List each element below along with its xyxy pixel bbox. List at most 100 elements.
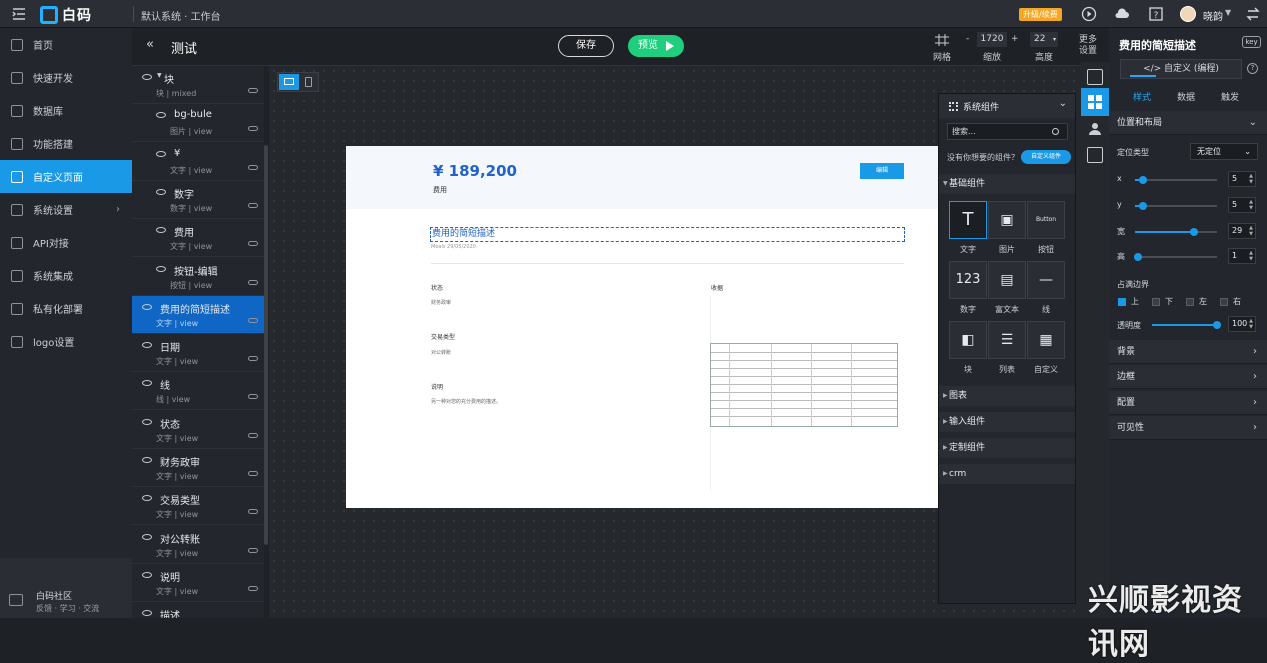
sidebar-item-database[interactable]: 数据库	[0, 94, 132, 127]
zoom-decrease[interactable]: -	[966, 34, 969, 44]
layer-item[interactable]: 线线 | view	[132, 372, 264, 411]
field-slider[interactable]	[1135, 176, 1217, 184]
layer-item[interactable]: 交易类型 文字 | view	[132, 487, 264, 526]
custom-component-button[interactable]: 自定义组件	[1021, 150, 1071, 164]
stepper-icon[interactable]: ▲ ▼	[1249, 250, 1253, 262]
layer-item[interactable]: 按钮-编辑 按钮 | view	[132, 258, 264, 296]
component-tile[interactable]: Button	[1027, 201, 1065, 239]
eye-icon[interactable]	[156, 227, 166, 234]
section-inputs[interactable]: ▶ 输入组件	[939, 412, 1075, 432]
section-background[interactable]: 背景 ›	[1109, 340, 1267, 364]
user-name[interactable]: 晓韵	[1203, 8, 1223, 23]
eye-icon[interactable]	[142, 74, 152, 80]
preview-button[interactable]: 预览	[628, 35, 684, 57]
date-text[interactable]: Meals 29/05/2020	[431, 244, 476, 250]
sidebar-item-api[interactable]: API对接	[0, 226, 132, 259]
section-basic[interactable]: ▼ 基础组件	[939, 174, 1075, 194]
sidebar-item-features[interactable]: 功能搭建	[0, 127, 132, 160]
eye-icon[interactable]	[156, 112, 166, 119]
link-icon[interactable]	[248, 356, 258, 362]
layer-item[interactable]: 数字 数字 | view	[132, 181, 264, 219]
height-input[interactable]: 22 ▾	[1030, 32, 1058, 47]
eye-icon[interactable]	[142, 380, 152, 387]
layer-item[interactable]: 财务政审 文字 | view	[132, 449, 264, 487]
link-icon[interactable]	[248, 547, 258, 553]
link-icon[interactable]	[248, 126, 258, 132]
description-text[interactable]: 费用的简短描述	[430, 227, 905, 242]
zoom-increase[interactable]: +	[1011, 34, 1019, 44]
field-input[interactable]: 5 ▲ ▼	[1228, 197, 1256, 213]
field-slider[interactable]	[1134, 253, 1217, 261]
slider-knob[interactable]	[1190, 228, 1199, 236]
zoom-input[interactable]: 1720	[977, 32, 1007, 47]
component-tile[interactable]: —	[1027, 261, 1065, 299]
amount-label[interactable]: 费用	[433, 185, 447, 195]
status-label[interactable]: 状态	[431, 283, 443, 292]
eye-icon[interactable]	[156, 150, 166, 157]
sidebar-item-settings[interactable]: 系统设置 ›	[0, 193, 132, 226]
switch-icon[interactable]	[1245, 6, 1261, 22]
link-icon[interactable]	[248, 471, 258, 476]
section-charts[interactable]: ▶ 图表	[939, 386, 1075, 406]
link-icon[interactable]	[248, 317, 258, 323]
eye-icon[interactable]	[156, 265, 166, 272]
layer-item[interactable]: 费用 文字 | view	[132, 219, 264, 258]
opacity-input[interactable]: 100 ▲ ▼	[1228, 316, 1256, 332]
checkbox[interactable]	[1220, 298, 1228, 306]
back-icon[interactable]: «	[146, 37, 154, 52]
eye-icon[interactable]	[142, 610, 152, 617]
checkbox[interactable]	[1118, 298, 1126, 306]
page-preview[interactable]: ¥ 189,200 费用 编辑 费用的简短描述 Meals 29/05/2020…	[346, 146, 938, 508]
app-logo[interactable]: 白码	[40, 5, 92, 25]
save-button[interactable]: 保存	[558, 35, 614, 57]
amount-value[interactable]: ¥ 189,200	[433, 162, 517, 180]
section-visibility[interactable]: 可见性 ›	[1109, 416, 1267, 440]
image-icon[interactable]	[1087, 147, 1103, 163]
field-slider[interactable]	[1135, 228, 1217, 236]
eye-icon[interactable]	[142, 303, 152, 310]
eye-icon[interactable]	[142, 418, 152, 425]
caret-down-icon[interactable]: ▼	[157, 72, 162, 79]
section-layout[interactable]: 位置和布局 ⌄	[1109, 111, 1267, 135]
community-link[interactable]: 白码社区 反馈 · 学习 · 交流	[0, 558, 132, 618]
link-icon[interactable]	[248, 279, 258, 285]
section-custom[interactable]: ▶ 定制组件	[939, 438, 1075, 458]
key-button[interactable]: key	[1242, 36, 1261, 48]
layer-item[interactable]: 费用的简短描述 文字 | view	[132, 295, 264, 334]
chevron-down-icon[interactable]: ▼	[1225, 8, 1231, 17]
more-settings-button[interactable]: 更多设置	[1078, 35, 1098, 57]
link-icon[interactable]	[248, 202, 258, 208]
cloud-icon[interactable]	[1114, 6, 1130, 22]
edit-button[interactable]: 编辑	[860, 163, 904, 179]
link-icon[interactable]	[248, 394, 258, 400]
link-icon[interactable]	[248, 509, 258, 515]
eye-icon[interactable]	[142, 533, 152, 540]
stepper-icon[interactable]: ▲ ▼	[1249, 199, 1253, 211]
link-icon[interactable]	[248, 241, 258, 247]
stepper-icon[interactable]: ▲ ▼	[1249, 225, 1253, 237]
component-tile[interactable]: ◧	[949, 321, 987, 359]
layer-item[interactable]: 块 ▼ 块 | mixed	[132, 66, 264, 104]
layer-item[interactable]: 说明 文字 | view	[132, 564, 264, 602]
component-tile[interactable]: ☰	[988, 321, 1026, 359]
field-input[interactable]: 1 ▲ ▼	[1228, 248, 1256, 264]
opacity-slider[interactable]	[1152, 321, 1221, 329]
device-toggle[interactable]	[277, 72, 319, 92]
sidebar-item-private-deploy[interactable]: 私有化部署	[0, 292, 132, 325]
trade-type-value[interactable]: 对公转账	[431, 349, 451, 356]
field-input[interactable]: 5 ▲ ▼	[1228, 171, 1256, 187]
component-tile[interactable]: T	[949, 201, 987, 239]
status-value[interactable]: 财务政审	[431, 299, 451, 306]
layer-item[interactable]: 状态 文字 | view	[132, 411, 264, 449]
menu-collapse-icon[interactable]	[12, 7, 26, 21]
link-icon[interactable]	[248, 432, 258, 438]
field-slider[interactable]	[1135, 202, 1217, 210]
section-border[interactable]: 边框 ›	[1109, 365, 1267, 389]
eye-icon[interactable]	[142, 495, 152, 502]
link-icon[interactable]	[248, 585, 258, 591]
stepper-icon[interactable]: ▲ ▼	[1249, 318, 1253, 330]
layer-item[interactable]: bg-bule 图片 | view	[132, 104, 264, 143]
layer-item[interactable]: 对公转账 文字 | view	[132, 526, 264, 564]
note-value[interactable]: 另一种对您的充分费用的描述。	[431, 398, 501, 405]
sidebar-item-logo[interactable]: logo设置	[0, 325, 132, 358]
